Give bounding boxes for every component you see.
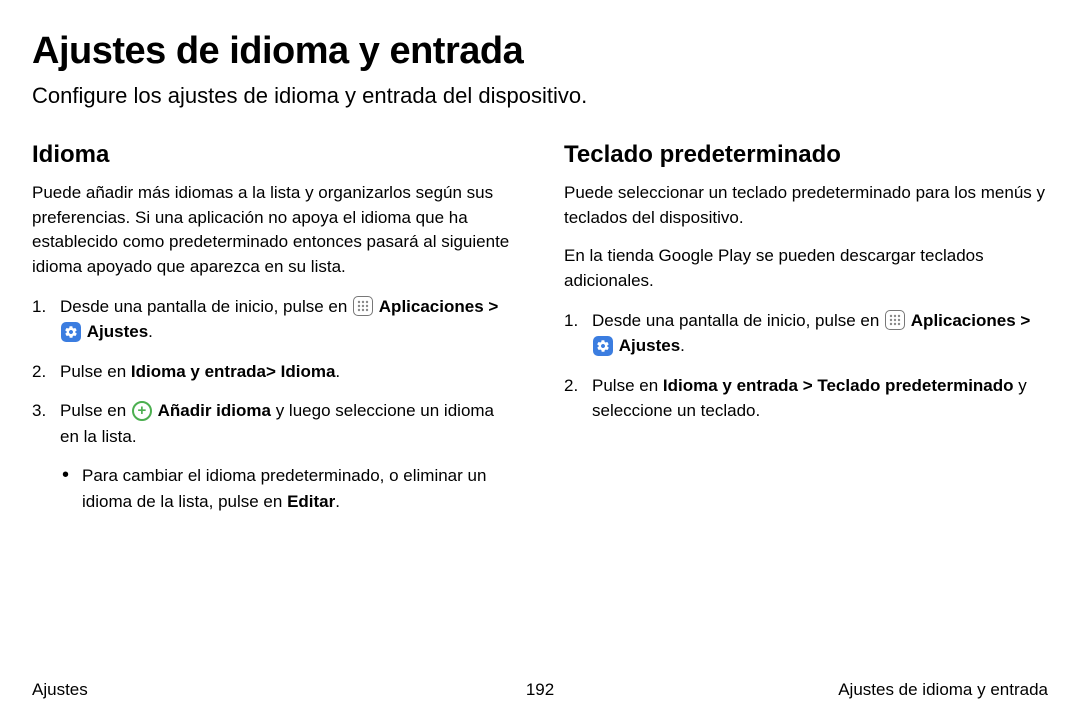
sub-list: Para cambiar el idioma predeterminado, o…	[60, 463, 516, 514]
intro-teclado-1: Puede seleccionar un teclado predetermin…	[564, 181, 1048, 230]
step-text: Pulse en	[60, 362, 131, 381]
step-text: Pulse en	[60, 401, 131, 420]
column-teclado: Teclado predeterminado Puede seleccionar…	[564, 141, 1048, 528]
footer-page-number: 192	[526, 680, 554, 700]
sub-text: Para cambiar el idioma predeterminado, o…	[82, 466, 486, 511]
step-text: Pulse en	[592, 376, 663, 395]
step-item: Pulse en Idioma y entrada> Idioma.	[32, 359, 516, 385]
step-end: .	[148, 322, 153, 341]
content-columns: Idioma Puede añadir más idiomas a la lis…	[32, 141, 1048, 528]
apps-icon	[353, 296, 373, 316]
footer-left: Ajustes	[32, 680, 88, 700]
apps-label: Aplicaciones	[379, 297, 484, 316]
page-footer: Ajustes 192 Ajustes de idioma y entrada	[32, 680, 1048, 700]
step-bold: Idioma y entrada > Teclado predeterminad…	[663, 376, 1014, 395]
step-bold: Añadir idioma	[158, 401, 271, 420]
intro-teclado-2: En la tienda Google Play se pueden desca…	[564, 244, 1048, 293]
apps-icon	[885, 310, 905, 330]
steps-idioma: Desde una pantalla de inicio, pulse en A…	[32, 294, 516, 515]
page-title: Ajustes de idioma y entrada	[32, 30, 1048, 73]
separator: >	[484, 297, 499, 316]
column-idioma: Idioma Puede añadir más idiomas a la lis…	[32, 141, 516, 528]
step-end: .	[680, 336, 685, 355]
heading-idioma: Idioma	[32, 141, 516, 169]
apps-label: Aplicaciones	[911, 311, 1016, 330]
heading-teclado: Teclado predeterminado	[564, 141, 1048, 169]
step-item: Desde una pantalla de inicio, pulse en A…	[32, 294, 516, 345]
settings-label: Ajustes	[87, 322, 148, 341]
sub-end: .	[335, 492, 340, 511]
gear-icon	[593, 336, 613, 356]
plus-icon: +	[132, 401, 152, 421]
sub-item: Para cambiar el idioma predeterminado, o…	[60, 463, 516, 514]
steps-teclado: Desde una pantalla de inicio, pulse en A…	[564, 308, 1048, 424]
step-item: Desde una pantalla de inicio, pulse en A…	[564, 308, 1048, 359]
intro-idioma: Puede añadir más idiomas a la lista y or…	[32, 181, 516, 280]
step-text: Desde una pantalla de inicio, pulse en	[592, 311, 884, 330]
step-end: .	[335, 362, 340, 381]
step-item: Pulse en Idioma y entrada > Teclado pred…	[564, 373, 1048, 424]
sub-bold: Editar	[287, 492, 335, 511]
page-subtitle: Configure los ajustes de idioma y entrad…	[32, 83, 1048, 109]
step-bold: Idioma y entrada> Idioma	[131, 362, 336, 381]
gear-icon	[61, 322, 81, 342]
settings-label: Ajustes	[619, 336, 680, 355]
separator: >	[1016, 311, 1031, 330]
step-text: Desde una pantalla de inicio, pulse en	[60, 297, 352, 316]
footer-right: Ajustes de idioma y entrada	[838, 680, 1048, 700]
step-item: Pulse en + Añadir idioma y luego selecci…	[32, 398, 516, 514]
